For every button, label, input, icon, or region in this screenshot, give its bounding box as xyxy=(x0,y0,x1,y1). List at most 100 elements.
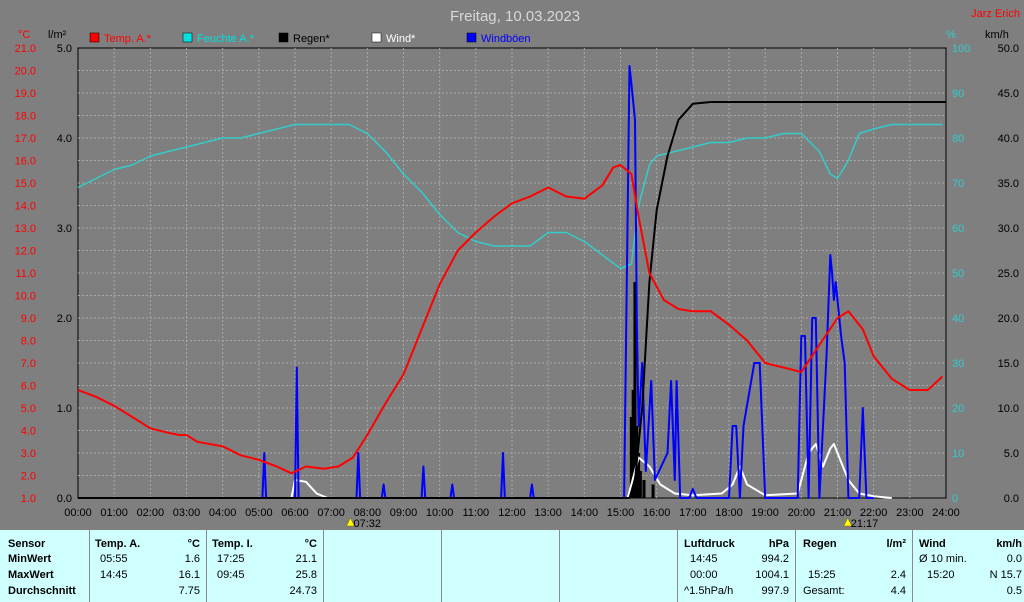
temp-tick-label: 9.0 xyxy=(21,313,36,325)
time-tick-label: 18:00 xyxy=(715,507,743,519)
humidity-tick-label: 70 xyxy=(952,178,964,190)
rain-header: Regen xyxy=(803,538,837,550)
wind-tick-label: 20.0 xyxy=(998,313,1019,325)
legend-label: Feuchte A.* xyxy=(197,33,255,45)
humidity-tick-label: 60 xyxy=(952,223,964,235)
humidity-tick-label: 0 xyxy=(952,493,958,505)
wind-tick-label: 5.0 xyxy=(1004,448,1019,460)
time-tick-label: 04:00 xyxy=(209,507,237,519)
rain-unit-label: l/m² xyxy=(48,29,67,41)
temp-i-min-time: 17:25 xyxy=(217,553,245,565)
temp-tick-label: 2.0 xyxy=(21,471,36,483)
temp-tick-label: 12.0 xyxy=(15,246,36,258)
temp-a-avg-value: 7.75 xyxy=(178,585,200,597)
time-tick-label: 05:00 xyxy=(245,507,273,519)
humidity-tick-label: 50 xyxy=(952,268,964,280)
stats-col-empty-2 xyxy=(442,530,560,602)
humidity-tick-label: 10 xyxy=(952,448,964,460)
pressure-max-value: 1004.1 xyxy=(755,569,789,581)
time-tick-label: 20:00 xyxy=(788,507,816,519)
temp-unit-label: °C xyxy=(18,29,30,41)
rain-tick-label: 4.0 xyxy=(57,133,72,145)
pressure-min-time: 14:45 xyxy=(690,553,718,565)
wind-tick-label: 15.0 xyxy=(998,358,1019,370)
temp-i-avg-value: 24.73 xyxy=(289,585,317,597)
stats-col-empty-3 xyxy=(560,530,678,602)
temp-a-min-value: 1.6 xyxy=(184,553,200,565)
pressure-avg-value: 997.9 xyxy=(761,585,789,597)
sensor-row-max: MaxWert xyxy=(8,569,54,581)
temp-tick-label: 5.0 xyxy=(21,403,36,415)
temp-a-max-time: 14:45 xyxy=(100,569,128,581)
rain-tick-label: 5.0 xyxy=(57,43,72,55)
time-tick-label: 19:00 xyxy=(751,507,779,519)
temp-tick-label: 4.0 xyxy=(21,426,36,438)
humidity-tick-label: 100 xyxy=(952,43,970,55)
chart-title: Freitag, 10.03.2023 xyxy=(450,8,580,25)
temp-tick-label: 3.0 xyxy=(21,448,36,460)
sensor-header: Sensor xyxy=(8,538,46,550)
wind-unit-label: km/h xyxy=(985,29,1009,41)
rain-tick-label: 0.0 xyxy=(57,493,72,505)
pressure-max-time: 00:00 xyxy=(690,569,718,581)
stats-col-pressure: Luftdruck hPa 14:45 994.2 00:00 1004.1 ^… xyxy=(678,530,796,602)
stats-col-sensor: Sensor MinWert MaxWert Durchschnitt xyxy=(0,530,90,602)
sunrise-marker-time: 07:32 xyxy=(353,518,381,530)
rain-max-time: 15:25 xyxy=(808,569,836,581)
legend-label: Temp. A.* xyxy=(104,33,152,45)
temp-tick-label: 11.0 xyxy=(15,268,36,280)
time-tick-label: 10:00 xyxy=(426,507,454,519)
legend-label: Windböen xyxy=(481,33,531,45)
temp-i-header: Temp. I. xyxy=(212,538,253,550)
wind-tick-label: 0.0 xyxy=(1004,493,1019,505)
sunset-marker-time: 21:17 xyxy=(851,518,879,530)
stats-col-empty-1 xyxy=(324,530,442,602)
wind-tick-label: 30.0 xyxy=(998,223,1019,235)
rain-total-value: 4.4 xyxy=(890,585,906,597)
legend-label: Regen* xyxy=(293,33,330,45)
humidity-tick-label: 80 xyxy=(952,133,964,145)
time-tick-label: 11:00 xyxy=(462,507,489,519)
rain-max-value: 2.4 xyxy=(890,569,906,581)
temp-tick-label: 7.0 xyxy=(21,358,36,370)
time-tick-label: 01:00 xyxy=(100,507,128,519)
legend-swatch xyxy=(89,32,100,43)
rain-tick-label: 2.0 xyxy=(57,313,72,325)
weather-chart: Freitag, 10.03.2023 Jarz Erich °C l/m² %… xyxy=(0,0,1024,530)
stats-panel: Sensor MinWert MaxWert Durchschnitt Temp… xyxy=(0,530,1024,602)
wind-tick-label: 10.0 xyxy=(998,403,1019,415)
time-tick-label: 12:00 xyxy=(498,507,526,519)
time-tick-label: 15:00 xyxy=(607,507,635,519)
wind-tick-label: 25.0 xyxy=(998,268,1019,280)
temp-tick-label: 6.0 xyxy=(21,381,36,393)
temp-tick-label: 1.0 xyxy=(21,493,36,505)
pressure-header: Luftdruck xyxy=(684,538,735,550)
time-tick-label: 06:00 xyxy=(281,507,309,519)
legend-swatch xyxy=(371,32,382,43)
temp-tick-label: 15.0 xyxy=(15,178,36,190)
humidity-tick-label: 40 xyxy=(952,313,964,325)
humidity-tick-label: 30 xyxy=(952,358,964,370)
temp-tick-label: 18.0 xyxy=(15,111,36,123)
temp-a-max-value: 16.1 xyxy=(178,569,200,581)
temp-i-max-value: 25.8 xyxy=(295,569,317,581)
rain-tick-label: 1.0 xyxy=(57,403,72,415)
temp-i-unit: °C xyxy=(304,538,317,550)
temp-i-min-value: 21.1 xyxy=(295,553,317,565)
time-tick-label: 03:00 xyxy=(173,507,201,519)
rain-rate-bar xyxy=(651,484,655,498)
wind-max-value: N 15.7 xyxy=(989,569,1022,581)
temp-a-min-time: 05:55 xyxy=(100,553,128,565)
time-tick-label: 14:00 xyxy=(571,507,599,519)
wind-min-label: Ø 10 min. xyxy=(919,553,967,565)
temp-tick-label: 21.0 xyxy=(15,43,36,55)
wind-min-value: 0.0 xyxy=(1006,553,1022,565)
time-tick-label: 24:00 xyxy=(932,507,960,519)
wind-tick-label: 45.0 xyxy=(998,88,1019,100)
temp-a-header: Temp. A. xyxy=(95,538,141,550)
time-tick-label: 23:00 xyxy=(896,507,924,519)
temp-tick-label: 10.0 xyxy=(15,291,36,303)
time-tick-label: 16:00 xyxy=(643,507,671,519)
temp-i-max-time: 09:45 xyxy=(217,569,245,581)
legend-label: Wind* xyxy=(386,33,416,45)
